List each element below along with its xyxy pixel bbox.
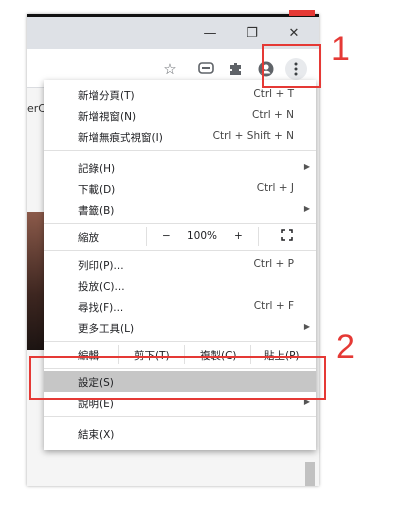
menu-item-incognito[interactable]: 新增無痕式視窗(I) Ctrl + Shift + N [44, 126, 316, 147]
zoom-out-button[interactable]: − [162, 230, 171, 242]
chat-icon[interactable] [195, 58, 217, 80]
menu-item-shortcut: Ctrl + P [253, 258, 295, 270]
zoom-divider [146, 227, 147, 246]
zoom-divider [258, 227, 259, 246]
menu-item-label: 記錄(H) [78, 163, 116, 175]
menu-item-label: 新增分頁(T) [78, 90, 135, 102]
extension-icon[interactable] [225, 58, 247, 80]
menu-item-print[interactable]: 列印(P)... Ctrl + P [44, 254, 316, 275]
menu-item-shortcut: Ctrl + N [251, 109, 294, 121]
menu-item-history[interactable]: 記錄(H) ▶ [44, 157, 316, 178]
menu-item-label: 新增視窗(N) [78, 111, 137, 123]
zoom-level: 100% [187, 230, 218, 242]
annotation-step-1: 1 [331, 30, 350, 68]
menu-item-shortcut: Ctrl + T [253, 88, 294, 100]
menu-divider [44, 416, 316, 417]
annotation-box-settings [29, 356, 326, 400]
menu-item-label: 新增無痕式視窗(I) [78, 132, 163, 144]
minimize-button[interactable]: — [191, 17, 229, 49]
annotation-red-mark [289, 10, 315, 16]
star-icon[interactable]: ☆ [159, 58, 181, 80]
menu-item-shortcut: Ctrl + Shift + N [212, 130, 294, 142]
zoom-in-button[interactable]: + [234, 230, 243, 242]
submenu-arrow-icon: ▶ [303, 204, 310, 213]
zoom-label: 縮放 [78, 232, 99, 244]
menu-item-label: 列印(P)... [78, 260, 124, 272]
menu-item-label: 書籤(B) [78, 205, 115, 217]
menu-item-label: 尋找(F)... [78, 302, 124, 314]
menu-item-shortcut: Ctrl + J [256, 182, 294, 194]
annotation-step-2: 2 [336, 328, 355, 366]
submenu-arrow-icon: ▶ [303, 162, 310, 171]
menu-divider [44, 223, 316, 224]
menu-item-new-window[interactable]: 新增視窗(N) Ctrl + N [44, 105, 316, 126]
menu-divider [44, 250, 316, 251]
menu-divider [44, 150, 316, 151]
menu-item-label: 更多工具(L) [78, 323, 135, 335]
menu-item-downloads[interactable]: 下載(D) Ctrl + J [44, 178, 316, 199]
menu-item-exit[interactable]: 結束(X) [44, 423, 316, 444]
menu-item-bookmarks[interactable]: 書籤(B) ▶ [44, 199, 316, 220]
menu-item-cast[interactable]: 投放(C)... [44, 275, 316, 296]
menu-divider [44, 341, 316, 342]
menu-item-label: 投放(C)... [78, 281, 125, 293]
menu-item-more-tools[interactable]: 更多工具(L) ▶ [44, 317, 316, 338]
menu-item-label: 下載(D) [78, 184, 116, 196]
menu-zoom-row: 縮放 − 100% + [44, 226, 316, 247]
page-image [27, 212, 45, 350]
menu-item-label: 結束(X) [78, 429, 115, 441]
fullscreen-icon[interactable] [281, 229, 293, 244]
scrollbar-thumb[interactable] [305, 462, 315, 486]
annotation-box-menu-button [262, 44, 321, 88]
menu-item-shortcut: Ctrl + F [253, 300, 294, 312]
submenu-arrow-icon: ▶ [303, 322, 310, 331]
menu-item-find[interactable]: 尋找(F)... Ctrl + F [44, 296, 316, 317]
